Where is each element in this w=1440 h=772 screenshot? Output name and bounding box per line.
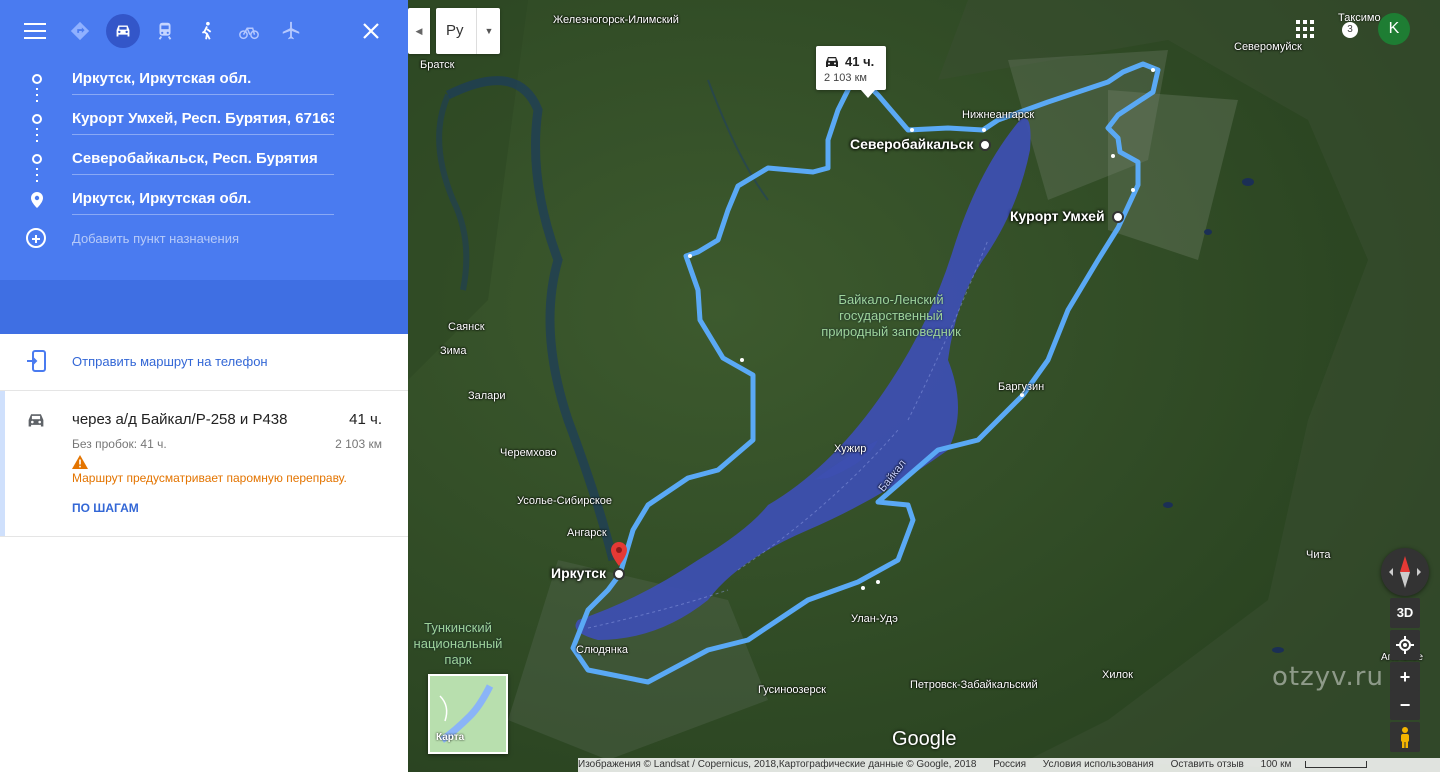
map-label: Слюдянка [576,644,628,656]
language-value: Ру [446,22,464,39]
waypoint-field-1[interactable]: Иркутск, Иркутская обл. [72,64,334,95]
route-option-card[interactable]: через а/д Байкал/Р-258 и Р438 41 ч. Без … [0,391,408,537]
waypoint-connector [36,128,38,146]
destination-pin-icon[interactable] [611,542,627,566]
imagery-credit: Изображения © Landsat / Copernicus, 2018… [578,759,977,770]
terms-link[interactable]: Условия использования [1043,759,1154,770]
route-distance: 2 103 км [335,437,382,451]
route-duration: 41 ч. [349,411,382,428]
collapse-panel-button[interactable]: ◀ [408,8,430,54]
trip-info-bubble[interactable]: 41 ч. 2 103 км [816,46,886,98]
route-no-traffic-time: Без пробок: 41 ч. [72,437,167,451]
city-label-irkutsk[interactable]: Иркутск [551,565,606,581]
map-type-label: Карта [436,732,465,743]
options-bar: ПАРАМЕТРЫ [0,280,408,593]
map-label: Саянск [448,321,485,333]
route-via-text: через а/д Байкал/Р-258 и Р438 [72,411,288,428]
destination-pin-icon [31,192,43,208]
satellite-imagery [408,0,1440,772]
send-to-phone-link[interactable]: Отправить маршрут на телефон [72,354,268,369]
menu-icon[interactable] [24,22,46,40]
step-by-step-button[interactable]: ПО ШАГАМ [72,501,139,515]
map-label: Петровск-Забайкальский [910,679,1038,691]
map-type-toggle[interactable]: Карта [428,674,508,754]
scale-bar [1305,760,1368,768]
map-label: Черемхово [500,447,557,459]
train-icon[interactable] [148,14,182,48]
google-logo: Google [892,728,957,750]
notification-badge[interactable]: 3 [1342,22,1358,38]
map-label: Нижнеангарск [962,109,1035,121]
waypoint-marker[interactable] [613,568,625,580]
waypoint-field-3[interactable]: Северобайкальск, Респ. Бурятия [72,144,334,175]
map-label: Ангарск [567,527,607,539]
close-icon[interactable] [360,20,382,42]
map-label: Гусиноозерск [758,684,826,696]
waypoint-connector [36,168,38,186]
trip-time: 41 ч. [845,54,875,69]
map-label: Чита [1306,549,1331,561]
my-location-icon[interactable] [1390,630,1420,660]
send-to-phone-icon [27,350,46,372]
compass-icon[interactable] [1381,548,1429,596]
directions-icon[interactable] [63,14,97,48]
map-canvas[interactable]: ◀ Ру ▼ 41 ч. 2 103 км Таксимо 3 K Железн… [408,0,1440,772]
walk-icon[interactable] [190,14,224,48]
scale-label: 100 км [1260,759,1292,770]
add-destination-icon[interactable] [26,228,46,248]
apps-grid-icon[interactable] [1296,20,1314,38]
map-label: Северомуйск [1234,41,1302,53]
map-label: Железногорск-Илимский [553,14,679,26]
map-label-taksimo: Таксимо [1338,12,1381,24]
map-label: Улан-Удэ [851,613,898,625]
waypoint-stop-icon [32,154,42,164]
map-label: Усолье-Сибирское [517,495,613,507]
map-label: Братск [420,59,455,71]
waypoint-origin-icon [32,74,42,84]
waypoint-field-2[interactable]: Курорт Умхей, Респ. Бурятия, 671632 [72,104,334,135]
selected-route-indicator [0,391,5,536]
parameters-button[interactable]: ПАРАМЕТРЫ [303,579,384,593]
waypoint-connector [36,88,38,106]
feedback-link[interactable]: Оставить отзыв [1171,759,1244,770]
plane-icon[interactable] [274,14,308,48]
waypoint-stop-icon [32,114,42,124]
language-select[interactable]: Ру ▼ [436,8,500,54]
map-label: Хилок [1102,669,1133,681]
map-label: Зима [440,345,467,357]
car-icon [28,414,44,427]
send-to-phone-row[interactable]: Отправить маршрут на телефон [0,334,408,391]
waypoint-field-4[interactable]: Иркутск, Иркутская обл. [72,184,334,215]
map-label: Баргузин [998,381,1045,393]
waypoint-marker[interactable] [1112,211,1124,223]
map-footer: Изображения © Landsat / Copernicus, 2018… [578,758,1440,772]
add-destination-input[interactable]: Добавить пункт назначения [72,231,239,246]
city-label-umhei[interactable]: Курорт Умхей [1010,208,1105,224]
zoom-out-button[interactable]: − [1390,690,1420,720]
bike-icon[interactable] [232,14,266,48]
3d-toggle-button[interactable]: 3D [1390,598,1420,628]
account-avatar[interactable]: K [1378,13,1410,45]
country-label: Россия [993,759,1027,770]
city-label-severobaikalsk[interactable]: Северобайкальск [850,136,973,152]
map-label: Хужир [834,443,867,455]
car-icon [826,57,838,67]
chevron-down-icon: ▼ [476,8,501,54]
zoom-in-button[interactable]: + [1390,662,1420,692]
ferry-warning: Маршрут предусматривает паромную перепра… [72,471,347,485]
car-icon[interactable] [106,14,140,48]
directions-panel: Иркутск, Иркутская обл. Курорт Умхей, Ре… [0,0,408,772]
watermark: otzyv.ru [1272,662,1384,692]
reserve-label: Байкало-Ленский государственный природны… [821,292,961,339]
waypoint-marker[interactable] [979,139,991,151]
directions-header: Иркутск, Иркутская обл. Курорт Умхей, Ре… [0,0,408,280]
trip-distance: 2 103 км [824,72,867,84]
pegman-icon[interactable] [1390,722,1420,752]
map-label: Залари [468,390,506,402]
warning-icon [72,455,88,469]
park-label: Тункинский национальный парк [413,620,503,667]
